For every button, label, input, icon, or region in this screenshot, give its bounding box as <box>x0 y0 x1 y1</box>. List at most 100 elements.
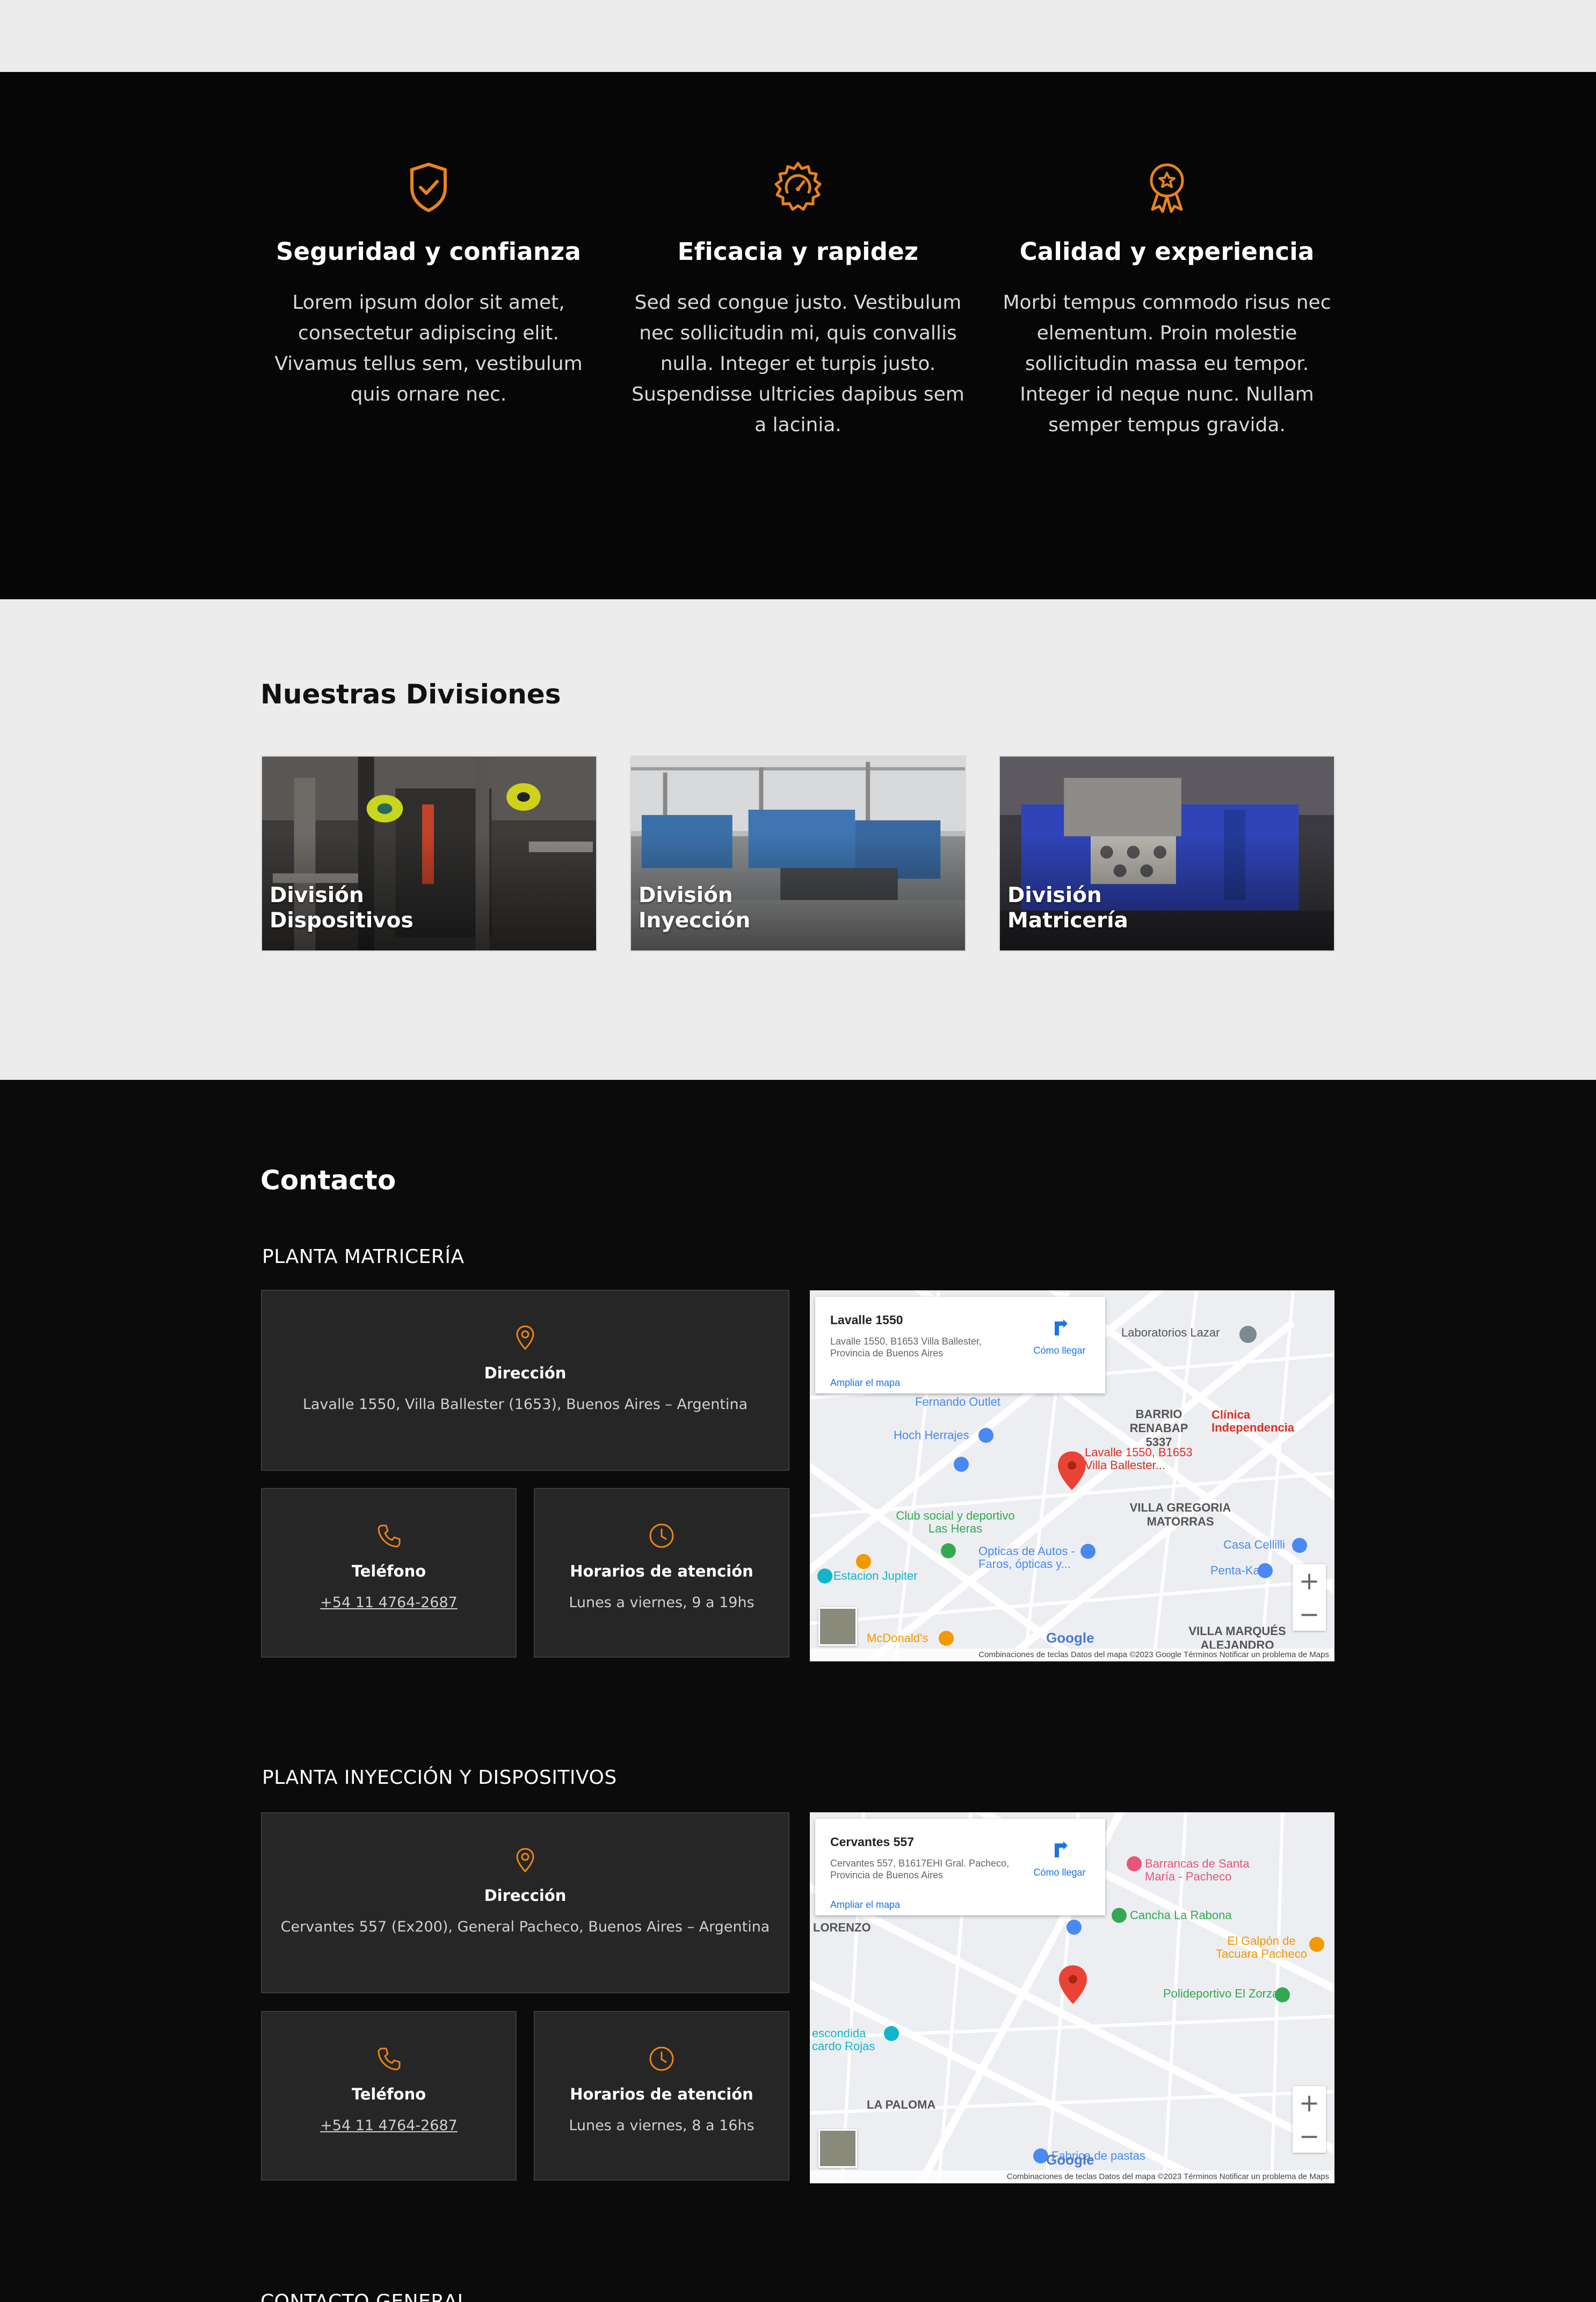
map-label: Cancha La Rabona <box>1130 1908 1232 1922</box>
phone-box: Teléfono +54 11 4764-2687 <box>261 1488 517 1658</box>
google-logo: Google <box>1046 1630 1094 1646</box>
zoom-out-button[interactable]: − <box>1293 2119 1326 2153</box>
zoom-controls: + − <box>1293 1564 1326 1631</box>
phone-label: Teléfono <box>351 1562 426 1580</box>
division-label-line2: Inyección <box>639 909 751 933</box>
division-card-matriceria[interactable]: División Matricería <box>999 756 1335 952</box>
award-star-icon <box>1150 163 1184 213</box>
contact-section: Contacto PLANTA MATRICERÍA Dirección Lav… <box>0 1080 1596 2302</box>
map-attribution: Combinaciones de teclas Datos del mapa ©… <box>810 1649 1334 1661</box>
hours-value: Lunes a viernes, 8 a 16hs <box>569 2117 755 2134</box>
feature-text: Lorem ipsum dolor sit amet, consectetur … <box>274 292 583 405</box>
map-embed[interactable]: Laboratorios Lazar Clínica Independencia… <box>810 1290 1334 1661</box>
zoom-in-button[interactable]: + <box>1293 1564 1326 1597</box>
division-label-line1: División <box>1007 883 1102 907</box>
directions-link[interactable]: Cómo llegar <box>1025 1345 1094 1356</box>
feature-title: Calidad y experiencia <box>1019 237 1315 266</box>
features-section: Seguridad y confianza Lorem ipsum dolor … <box>0 72 1596 599</box>
division-label: División Matricería <box>1007 883 1128 933</box>
map-label: LA PALOMA <box>867 2098 936 2111</box>
division-label: División Dispositivos <box>270 883 413 933</box>
address-value: Cervantes 557 (Ex200), General Pacheco, … <box>280 1919 770 1935</box>
satellite-thumbnail[interactable] <box>818 1607 857 1646</box>
hours-box: Horarios de atención Lunes a viernes, 8 … <box>534 2011 789 2181</box>
expand-map-link[interactable]: Ampliar el mapa <box>830 1377 900 1389</box>
division-label-line2: Matricería <box>1007 909 1128 933</box>
map-attribution: Combinaciones de teclas Datos del mapa ©… <box>810 2170 1334 2183</box>
feature-title: Eficacia y rapidez <box>677 237 919 266</box>
phone-link[interactable]: +54 11 4764-2687 <box>320 2117 458 2134</box>
map-info-card: Cervantes 557 Cervantes 557, B1617EHI Gr… <box>815 1819 1105 1915</box>
phone-icon <box>378 1524 401 1548</box>
map-label: BARRIO RENABAP 5337 <box>1129 1407 1188 1449</box>
map-place-name: Lavalle 1550 <box>830 1313 903 1327</box>
phone-box: Teléfono +54 11 4764-2687 <box>261 2011 517 2181</box>
division-label-line1: División <box>639 883 733 907</box>
general-contact-title: CONTACTO GENERAL <box>260 2291 469 2302</box>
address-label: Dirección <box>484 1364 567 1382</box>
clock-icon <box>649 2046 674 2071</box>
map-label: Clínica Independencia <box>1211 1408 1295 1434</box>
phone-link[interactable]: +54 11 4764-2687 <box>320 1594 458 1611</box>
map-place-address: Lavalle 1550, B1653 Villa Ballester, Pro… <box>830 1336 982 1359</box>
hours-label: Horarios de atención <box>570 2085 753 2103</box>
map-label: LORENZO <box>813 1921 871 1934</box>
plant-title: PLANTA MATRICERÍA <box>262 1246 465 1268</box>
feature-security: Seguridad y confianza Lorem ipsum dolor … <box>257 158 600 410</box>
directions-icon[interactable] <box>1051 1840 1070 1858</box>
top-strip <box>0 0 1596 72</box>
map-pin-icon <box>516 1325 534 1350</box>
expand-map-link[interactable]: Ampliar el mapa <box>830 1899 900 1911</box>
zoom-out-button[interactable]: − <box>1293 1597 1326 1631</box>
address-box: Dirección Cervantes 557 (Ex200), General… <box>261 1812 789 1993</box>
divisions-title: Nuestras Divisiones <box>260 679 561 710</box>
map-label: Hoch Herrajes <box>894 1428 969 1442</box>
google-logo: Google <box>1046 2152 1094 2168</box>
map-label: VILLA GREGORIA MATORRAS <box>1129 1501 1231 1528</box>
division-card-inyeccion[interactable]: División Inyección <box>630 756 966 952</box>
zoom-in-button[interactable]: + <box>1293 2086 1326 2119</box>
map-label: Penta-Ka <box>1210 1564 1260 1577</box>
map-label: Fernando Outlet <box>915 1395 1000 1408</box>
gear-speed-icon <box>774 162 822 211</box>
map-label: Estacion Jupiter <box>833 1569 918 1582</box>
feature-quality: Calidad y experiencia Morbi tempus commo… <box>995 158 1339 440</box>
map-embed[interactable]: Barrancas de Santa María - Pacheco Canch… <box>810 1812 1334 2183</box>
map-label: Opticas de Autos - Faros, ópticas y... <box>978 1544 1075 1571</box>
map-label: Casa Cellilli <box>1223 1538 1285 1551</box>
map-label: Laboratorios Lazar <box>1121 1326 1220 1339</box>
division-label: División Inyección <box>639 883 750 933</box>
hours-box: Horarios de atención Lunes a viernes, 9 … <box>534 1488 789 1658</box>
map-label: Club social y deportivo Las Heras <box>896 1509 1015 1535</box>
map-label: McDonald's <box>867 1631 928 1645</box>
division-label-line2: Dispositivos <box>270 909 413 933</box>
plant-title: PLANTA INYECCIÓN Y DISPOSITIVOS <box>262 1767 617 1789</box>
zoom-controls: + − <box>1293 2086 1326 2153</box>
map-label: Lavalle 1550, B1653 Villa Ballester... <box>1085 1446 1193 1472</box>
map-info-card: Lavalle 1550 Lavalle 1550, B1653 Villa B… <box>815 1297 1105 1393</box>
directions-icon[interactable] <box>1051 1318 1070 1337</box>
divisions-section: Nuestras Divisiones División Dispositivo… <box>0 599 1596 1080</box>
feature-text: Sed sed congue justo. Vestibulum nec sol… <box>632 292 964 436</box>
hours-value: Lunes a viernes, 9 a 19hs <box>569 1594 755 1611</box>
feature-efficacy: Eficacia y rapidez Sed sed congue justo.… <box>626 158 970 440</box>
satellite-thumbnail[interactable] <box>818 2129 857 2168</box>
feature-text: Morbi tempus commodo risus nec elementum… <box>1003 292 1331 436</box>
contact-title: Contacto <box>260 1165 396 1196</box>
division-card-dispositivos[interactable]: División Dispositivos <box>261 756 597 952</box>
directions-link[interactable]: Cómo llegar <box>1025 1867 1094 1878</box>
division-label-line1: División <box>270 883 364 907</box>
map-place-name: Cervantes 557 <box>830 1835 914 1849</box>
map-label: Polideportivo El Zorzal <box>1163 1987 1282 2000</box>
phone-label: Teléfono <box>351 2085 426 2103</box>
shield-check-icon <box>410 163 447 212</box>
phone-icon <box>378 2047 401 2071</box>
map-label: escondida cardo Rojas <box>812 2027 875 2053</box>
address-box: Dirección Lavalle 1550, Villa Ballester … <box>261 1290 789 1471</box>
feature-title: Seguridad y confianza <box>275 237 582 266</box>
hours-label: Horarios de atención <box>570 1562 753 1580</box>
map-label: Barrancas de Santa María - Pacheco <box>1145 1857 1250 1883</box>
map-pin-icon <box>516 1848 534 1873</box>
map-label: El Galpón de Tacuara Pacheco <box>1216 1934 1307 1960</box>
address-label: Dirección <box>484 1886 567 1905</box>
